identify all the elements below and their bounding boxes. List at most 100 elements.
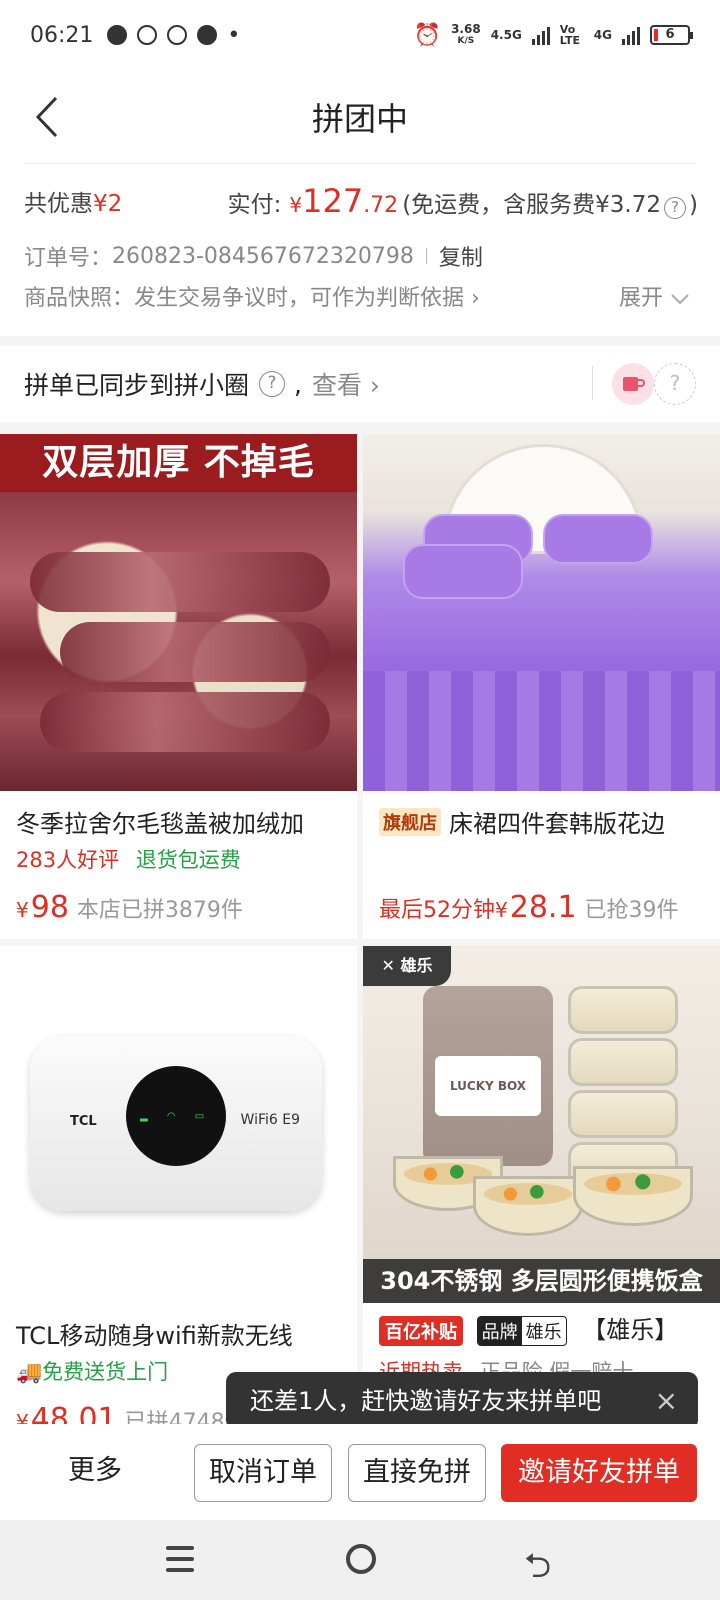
alarm-icon: ⏰ — [413, 22, 442, 48]
battery-level: 6 — [665, 27, 675, 42]
product-tags: 283人好评 退货包运费 — [16, 844, 241, 874]
price-row: ¥ 98 本店已拼3879件 — [16, 890, 243, 925]
product-card[interactable]: 旗舰店 床裙四件套韩版花边 最后52分钟 ¥ 28.1 已抢39件 — [363, 434, 720, 939]
brand-badge-label: 品牌 — [477, 1317, 522, 1345]
divider — [425, 248, 427, 264]
price: 28.1 — [509, 890, 577, 925]
nav-bar: 拼团中 — [0, 70, 720, 164]
network-45g: 4.5G — [490, 28, 522, 42]
paid-note: (免运费，含服务费¥3.72 — [402, 192, 662, 218]
expand-label: 展开 — [618, 286, 663, 311]
price-currency: ¥ — [16, 898, 29, 922]
paid-label: 实付: — [227, 192, 282, 218]
blanket-image — [0, 492, 357, 791]
router-model: WiFi6 E9 — [240, 1112, 300, 1128]
countdown: 最后52分钟 — [379, 898, 495, 923]
friend-avatar[interactable] — [612, 363, 654, 405]
sync-comma: , — [294, 369, 302, 399]
bedding-image — [363, 434, 720, 791]
copy-button[interactable]: 复制 — [439, 240, 483, 272]
view-link[interactable]: 查看 › — [312, 366, 380, 402]
status-right: ⏰ 3.68 K/S 4.5G Vo LTE 4G 6 — [413, 22, 693, 48]
home-icon[interactable] — [346, 1544, 376, 1574]
sold-count: 本店已拼3879件 — [76, 898, 243, 923]
product-image — [363, 434, 720, 791]
brand-logo-text: 雄乐 — [400, 956, 433, 975]
paid-amount: 实付: ¥ 127 .72 (免运费，含服务费¥3.72 ? ) — [228, 182, 698, 220]
product-card[interactable]: LUCKY BOX ✕ 雄乐 304不锈钢 多层圆形便携饭盒 百亿补贴 品牌 雄乐… — [363, 946, 720, 1446]
order-number: 260823-084567672320798 — [112, 243, 414, 269]
paid-currency: ¥ — [289, 193, 303, 217]
x-logo-icon: ✕ — [381, 956, 395, 975]
more-notifications-icon: • — [227, 22, 241, 48]
product-title: 冬季拉舍尔毛毯盖被加绒加 — [16, 810, 304, 838]
chevron-down-icon — [671, 294, 689, 305]
net-speed: 3.68 K/S — [451, 23, 481, 47]
product-title-text: 【雄乐】 — [582, 1316, 679, 1344]
divider — [592, 366, 593, 400]
price-row: 最后52分钟 ¥ 28.1 已抢39件 — [379, 890, 679, 925]
empty-avatar-slot[interactable]: ? — [654, 363, 696, 405]
router-device: TCL ▂ ◠ ▭ WiFi6 E9 — [30, 1036, 322, 1211]
discount-label: 共优惠 — [24, 191, 93, 217]
messenger-icon — [167, 25, 188, 45]
product-image: 双层加厚 不掉毛 — [0, 434, 357, 791]
action-bar: 更多 取消订单 直接免拼 邀请好友拼单 — [0, 1424, 720, 1520]
subsidy-badge: 百亿补贴 — [379, 1316, 463, 1346]
more-button[interactable]: 更多 — [68, 1448, 122, 1487]
wifi-image: TCL ▂ ◠ ▭ WiFi6 E9 — [0, 946, 357, 1303]
cancel-order-button[interactable]: 取消订单 — [194, 1444, 332, 1502]
delivery-tag: 🚚免费送货上门 — [16, 1356, 168, 1386]
truck-icon: 🚚 — [16, 1360, 43, 1384]
product-card[interactable]: TCL ▂ ◠ ▭ WiFi6 E9 TCL移动随身wifi新款无线 🚚免费送货… — [0, 946, 357, 1446]
message-icon — [107, 25, 128, 45]
image-caption: 304不锈钢 多层圆形便携饭盒 — [363, 1259, 720, 1303]
whatsapp-icon — [137, 25, 158, 45]
system-nav-bar: ⮌ — [0, 1520, 720, 1600]
signal-icon-2 — [622, 25, 640, 45]
product-title: 百亿补贴 品牌 雄乐 【雄乐】 — [379, 1310, 678, 1346]
price-currency: ¥ — [495, 898, 508, 922]
sync-bar: 拼单已同步到拼小圈 ? , 查看 › ? — [0, 346, 720, 422]
tooltip-text: 还差1人，赶快邀请好友来拼单吧 — [250, 1387, 602, 1415]
image-banner: 双层加厚 不掉毛 — [0, 434, 357, 492]
net-speed-unit: K/S — [457, 36, 475, 46]
menu-icon[interactable] — [166, 1546, 194, 1572]
close-icon[interactable]: × — [655, 1372, 678, 1430]
brand-badge: 品牌 雄乐 — [476, 1316, 567, 1346]
signal-icon — [531, 25, 550, 45]
order-number-label: 订单号： — [24, 246, 113, 271]
lunchbox-image: LUCKY BOX ✕ 雄乐 304不锈钢 多层圆形便携饭盒 — [363, 946, 720, 1303]
notification-icons: • — [107, 23, 240, 48]
volte-label: Vo LTE — [559, 23, 581, 47]
router-brand: TCL — [70, 1114, 97, 1129]
delivery-tag-text: 免费送货上门 — [42, 1360, 169, 1384]
help-icon[interactable]: ? — [259, 371, 286, 397]
status-time: 06:21 — [30, 22, 94, 48]
cup-icon — [623, 377, 645, 391]
discount-value: ¥2 — [93, 191, 123, 217]
bag-label: LUCKY BOX — [435, 1056, 541, 1116]
paid-decimal: .72 — [363, 193, 399, 218]
brand-badge-name: 雄乐 — [525, 1322, 562, 1343]
invite-tooltip: 还差1人，赶快邀请好友来拼单吧 × — [226, 1372, 698, 1440]
snapshot-link[interactable]: 商品快照：发生交易争议时，可作为判断依据 › — [24, 280, 480, 312]
product-image: TCL ▂ ◠ ▭ WiFi6 E9 — [0, 946, 357, 1303]
product-title-text: 床裙四件套韩版花边 — [449, 810, 665, 838]
product-card[interactable]: 双层加厚 不掉毛 冬季拉舍尔毛毯盖被加绒加 283人好评 退货包运费 ¥ 98 … — [0, 434, 357, 939]
flagship-badge: 旗舰店 — [379, 808, 441, 836]
return-tag: 退货包运费 — [135, 848, 241, 872]
sync-text: 拼单已同步到拼小圈 — [24, 371, 250, 400]
expand-button[interactable]: 展开 — [619, 280, 690, 312]
discount-summary: 共优惠¥2 — [24, 184, 122, 218]
product-image: LUCKY BOX ✕ 雄乐 304不锈钢 多层圆形便携饭盒 — [363, 946, 720, 1303]
facebook-icon — [197, 25, 218, 45]
order-number-row: 订单号： 260823-084567672320798 复制 — [24, 240, 483, 272]
product-title: TCL移动随身wifi新款无线 — [16, 1322, 293, 1350]
direct-free-button[interactable]: 直接免拼 — [348, 1444, 486, 1502]
screen: { "status": { "time": "06:21", "net_spee… — [0, 0, 720, 1600]
invite-friends-button[interactable]: 邀请好友拼单 — [501, 1444, 697, 1502]
net-speed-value: 3.68 — [451, 22, 481, 36]
back-icon[interactable]: ⮌ — [524, 1542, 551, 1599]
help-icon[interactable]: ? — [664, 197, 687, 219]
